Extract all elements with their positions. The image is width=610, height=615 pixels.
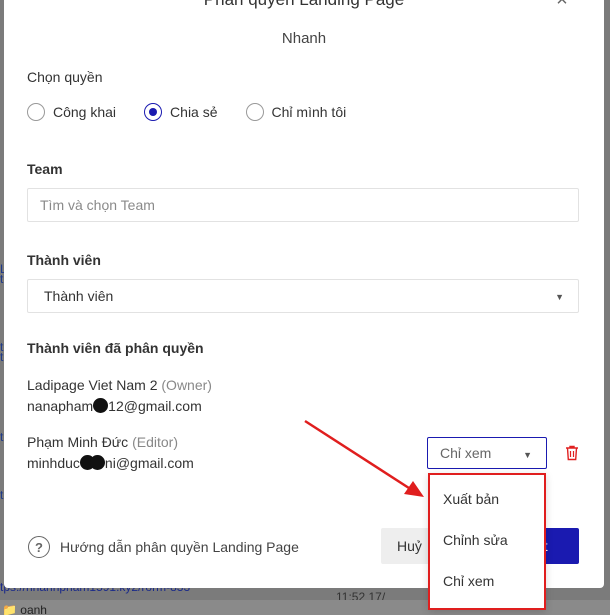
radio-only-me[interactable]: Chỉ mình tôi — [245, 103, 347, 121]
team-label: Team — [27, 161, 63, 177]
background-folder: 📁 oanh — [2, 603, 47, 615]
radio-shared[interactable]: Chia sẻ — [144, 103, 218, 121]
radio-label: Chia sẻ — [170, 104, 218, 120]
team-search-input[interactable]: Tìm và chọn Team — [27, 188, 579, 222]
close-icon[interactable]: × — [552, 0, 572, 10]
email-prefix: minhduc — [27, 455, 80, 471]
permission-radio-group: Công khai Chia sẻ Chỉ mình tôi — [27, 103, 374, 121]
background-text: t — [0, 488, 4, 502]
email-suffix: 12@gmail.com — [108, 398, 202, 414]
email-prefix: nanapham — [27, 398, 94, 414]
member-name: Phạm Minh Đức — [27, 434, 129, 450]
permission-label: Chọn quyền — [27, 69, 103, 85]
chevron-down-icon: ▼ — [555, 292, 564, 302]
assigned-members-label: Thành viên đã phân quyền — [27, 340, 204, 356]
email-suffix: ni@gmail.com — [104, 455, 194, 471]
permission-select-value: Chỉ xem — [440, 445, 492, 461]
member-name: Ladipage Viet Nam 2 — [27, 377, 158, 393]
dropdown-item-edit[interactable]: Chỉnh sửa — [428, 520, 546, 560]
redaction-blot — [93, 398, 109, 413]
member-role: (Owner) — [161, 377, 212, 393]
radio-circle[interactable] — [245, 103, 264, 121]
dropdown-item-publish[interactable]: Xuất bản — [428, 479, 546, 519]
member-role: (Editor) — [132, 434, 178, 450]
help-text: Hướng dẫn phân quyền Landing Page — [60, 539, 299, 555]
help-link[interactable]: ? Hướng dẫn phân quyền Landing Page — [28, 536, 299, 558]
background-text: t — [0, 430, 4, 444]
modal-title: Phân quyền Landing Page — [4, 0, 604, 10]
member-select-value: Thành viên — [44, 288, 114, 304]
background-folder-label: oanh — [20, 603, 47, 615]
help-icon: ? — [28, 536, 50, 558]
modal-subtitle: Nhanh — [281, 30, 327, 47]
member-email: nanapham 12@gmail.com — [27, 398, 202, 414]
member-label: Thành viên — [27, 252, 101, 268]
member-row-name: Phạm Minh Đức (Editor) — [27, 434, 178, 450]
chevron-down-icon: ▼ — [523, 450, 532, 460]
radio-label: Chỉ mình tôi — [271, 104, 347, 120]
radio-label: Công khai — [53, 104, 117, 120]
trash-icon[interactable] — [565, 445, 579, 461]
radio-circle[interactable] — [27, 103, 45, 121]
member-email: minhduc ni@gmail.com — [27, 455, 194, 471]
redaction-blot — [89, 455, 105, 470]
member-permission-select[interactable]: Chỉ xem ▼ — [427, 437, 547, 469]
member-select[interactable]: Thành viên ▼ — [27, 279, 579, 313]
background-text: t — [0, 272, 4, 286]
background-text: t — [0, 350, 4, 364]
member-row-name: Ladipage Viet Nam 2 (Owner) — [27, 377, 212, 393]
permission-dropdown: Xuất bản Chỉnh sửa Chỉ xem — [428, 473, 546, 610]
dropdown-item-view-only[interactable]: Chỉ xem — [428, 561, 546, 601]
radio-circle-checked[interactable] — [144, 103, 163, 121]
radio-public[interactable]: Công khai — [27, 103, 116, 121]
